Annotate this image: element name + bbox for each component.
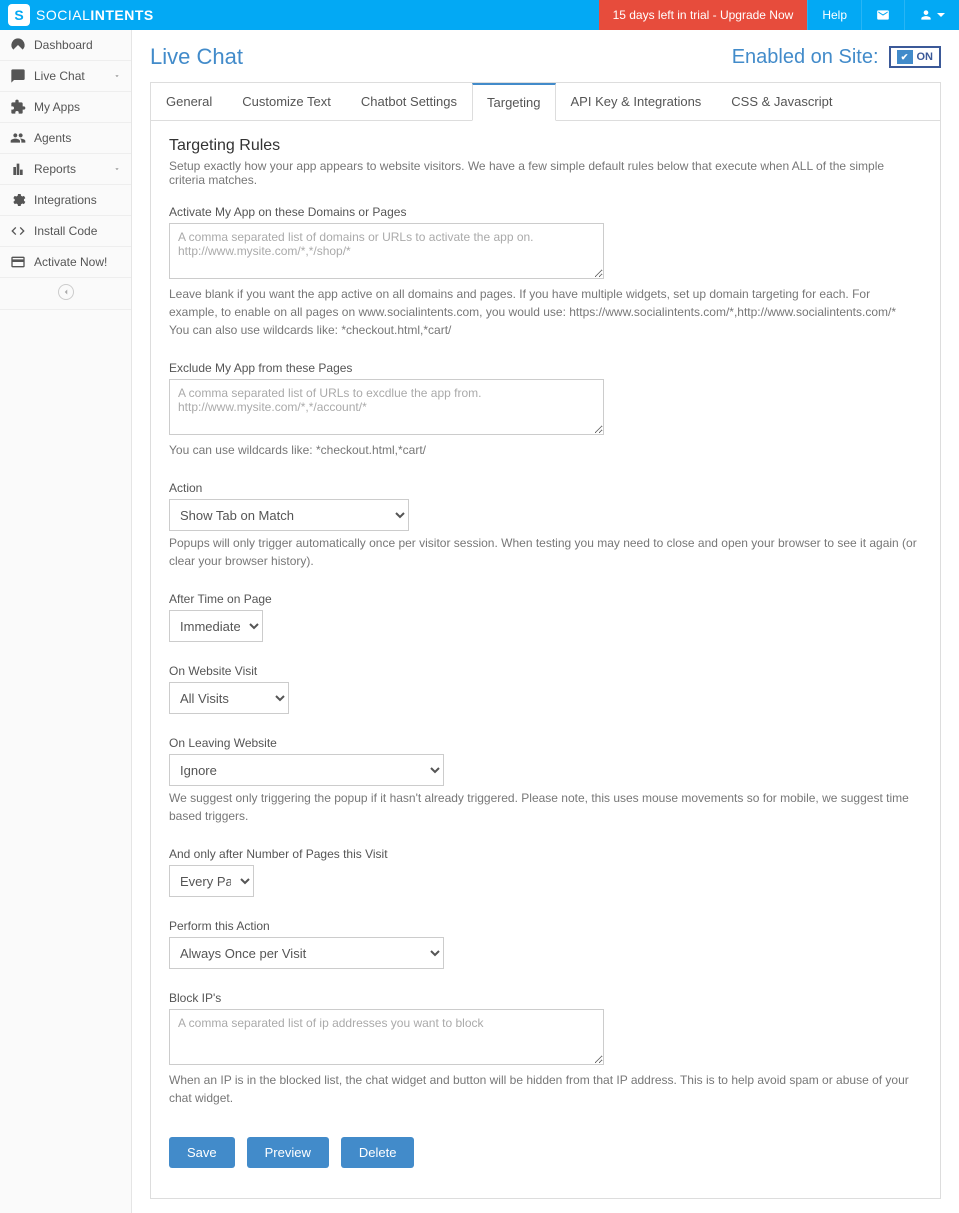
- tabs: General Customize Text Chatbot Settings …: [151, 83, 940, 121]
- check-icon: ✔: [897, 50, 913, 64]
- num-pages-label: And only after Number of Pages this Visi…: [169, 847, 922, 861]
- activate-domains-label: Activate My App on these Domains or Page…: [169, 205, 922, 219]
- tab-api-integrations[interactable]: API Key & Integrations: [556, 83, 717, 121]
- chevron-left-circle-icon: [58, 284, 74, 300]
- activate-domains-help: Leave blank if you want the app active o…: [169, 285, 919, 339]
- after-time-label: After Time on Page: [169, 592, 922, 606]
- logo[interactable]: S SOCIALINTENTS: [0, 4, 154, 26]
- sidebar-collapse-button[interactable]: [0, 278, 131, 310]
- on-leaving-select[interactable]: Ignore: [169, 754, 444, 786]
- on-leaving-help: We suggest only triggering the popup if …: [169, 789, 919, 825]
- credit-card-icon: [10, 254, 26, 270]
- delete-button[interactable]: Delete: [341, 1137, 415, 1168]
- section-title: Targeting Rules: [169, 137, 922, 155]
- block-ips-label: Block IP's: [169, 991, 922, 1005]
- sidebar-item-label: Activate Now!: [34, 255, 107, 269]
- envelope-icon: [876, 8, 890, 22]
- perform-action-select[interactable]: Always Once per Visit: [169, 937, 444, 969]
- exclude-pages-input[interactable]: [169, 379, 604, 435]
- mail-icon-button[interactable]: [861, 0, 904, 30]
- on-leaving-label: On Leaving Website: [169, 736, 922, 750]
- on-visit-label: On Website Visit: [169, 664, 922, 678]
- sidebar-item-label: Agents: [34, 131, 71, 145]
- tab-customize-text[interactable]: Customize Text: [227, 83, 346, 121]
- sidebar-item-install-code[interactable]: Install Code: [0, 216, 131, 247]
- tab-general[interactable]: General: [151, 83, 227, 121]
- sidebar-item-live-chat[interactable]: Live Chat: [0, 61, 131, 92]
- sidebar-item-integrations[interactable]: Integrations: [0, 185, 131, 216]
- exclude-pages-help: You can use wildcards like: *checkout.ht…: [169, 441, 919, 459]
- sidebar: Dashboard Live Chat My Apps Agents Repor…: [0, 30, 132, 1213]
- perform-action-label: Perform this Action: [169, 919, 922, 933]
- gear-icon: [10, 192, 26, 208]
- action-help: Popups will only trigger automatically o…: [169, 534, 919, 570]
- page-title: Live Chat: [150, 44, 243, 70]
- puzzle-icon: [10, 99, 26, 115]
- site-enabled-toggle[interactable]: ✔ ON: [889, 46, 942, 68]
- user-menu[interactable]: [904, 0, 959, 30]
- sidebar-item-agents[interactable]: Agents: [0, 123, 131, 154]
- chevron-down-icon: [937, 13, 945, 17]
- activate-domains-input[interactable]: [169, 223, 604, 279]
- sidebar-item-label: Dashboard: [34, 38, 93, 52]
- enabled-on-site-label: Enabled on Site:: [732, 46, 879, 69]
- sidebar-item-activate-now[interactable]: Activate Now!: [0, 247, 131, 278]
- sidebar-item-label: My Apps: [34, 100, 80, 114]
- sidebar-item-label: Live Chat: [34, 69, 85, 83]
- sidebar-item-label: Reports: [34, 162, 76, 176]
- users-icon: [10, 130, 26, 146]
- chart-icon: [10, 161, 26, 177]
- topbar: S SOCIALINTENTS 15 days left in trial - …: [0, 0, 959, 30]
- dashboard-icon: [10, 37, 26, 53]
- help-link[interactable]: Help: [807, 0, 861, 30]
- on-visit-select[interactable]: All Visits: [169, 682, 289, 714]
- tab-targeting[interactable]: Targeting: [472, 83, 555, 121]
- sidebar-item-label: Integrations: [34, 193, 97, 207]
- preview-button[interactable]: Preview: [247, 1137, 329, 1168]
- tab-css-js[interactable]: CSS & Javascript: [716, 83, 847, 121]
- section-description: Setup exactly how your app appears to we…: [169, 159, 922, 187]
- trial-upgrade-link[interactable]: 15 days left in trial - Upgrade Now: [599, 0, 808, 30]
- chevron-down-icon: [113, 165, 121, 173]
- tab-chatbot-settings[interactable]: Chatbot Settings: [346, 83, 472, 121]
- exclude-pages-label: Exclude My App from these Pages: [169, 361, 922, 375]
- user-icon: [919, 8, 933, 22]
- logo-icon: S: [8, 4, 30, 26]
- settings-panel: General Customize Text Chatbot Settings …: [150, 82, 941, 1199]
- after-time-select[interactable]: Immediately: [169, 610, 263, 642]
- action-label: Action: [169, 481, 922, 495]
- chat-icon: [10, 68, 26, 84]
- num-pages-select[interactable]: Every Page: [169, 865, 254, 897]
- sidebar-item-my-apps[interactable]: My Apps: [0, 92, 131, 123]
- block-ips-input[interactable]: [169, 1009, 604, 1065]
- block-ips-help: When an IP is in the blocked list, the c…: [169, 1071, 919, 1107]
- action-select[interactable]: Show Tab on Match: [169, 499, 409, 531]
- sidebar-item-reports[interactable]: Reports: [0, 154, 131, 185]
- chevron-down-icon: [113, 72, 121, 80]
- save-button[interactable]: Save: [169, 1137, 235, 1168]
- brand-text: SOCIALINTENTS: [36, 7, 154, 23]
- sidebar-item-dashboard[interactable]: Dashboard: [0, 30, 131, 61]
- sidebar-item-label: Install Code: [34, 224, 97, 238]
- code-icon: [10, 223, 26, 239]
